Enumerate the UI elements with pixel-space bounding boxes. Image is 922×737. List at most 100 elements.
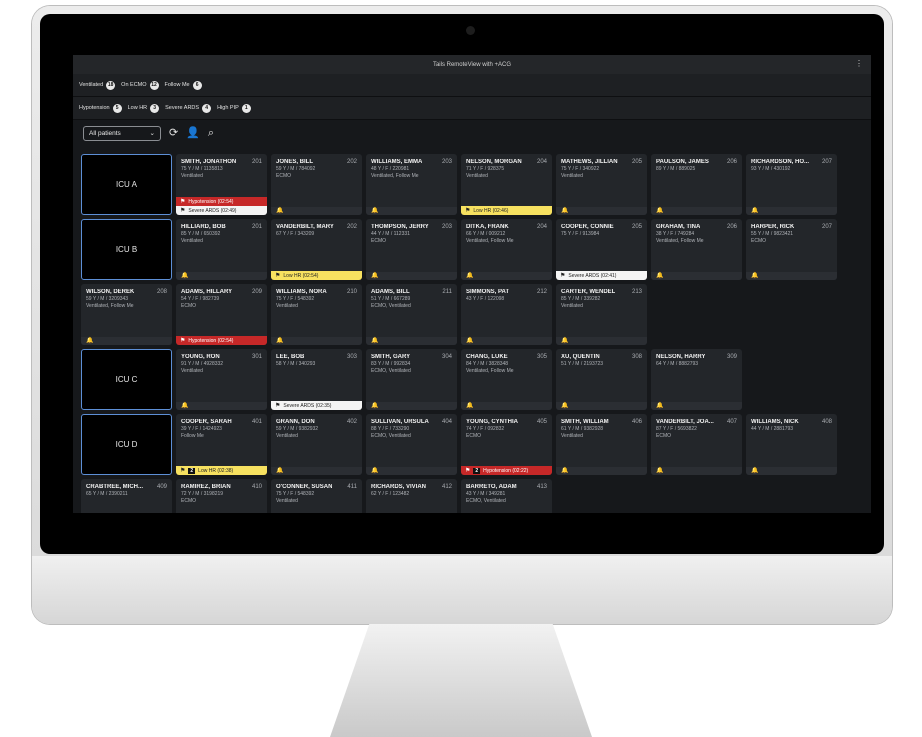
- alert-row[interactable]: ⚑ Severe ARDS (02:41): [556, 271, 647, 280]
- bell-icon[interactable]: 🔔: [271, 337, 362, 345]
- filter-chip[interactable]: High PIP 1: [217, 103, 251, 113]
- alert-row[interactable]: ⚑ 2 Hypotension (02:22): [461, 466, 552, 475]
- patient-card[interactable]: ADAMS, HILLARY 209 54 Y / F / 982739 ECMO ⚑ H…: [176, 284, 267, 345]
- bell-icon[interactable]: 🔔: [366, 467, 457, 475]
- alert-row[interactable]: ⚑ Low HR (02:54): [271, 271, 362, 280]
- filter-chip[interactable]: Ventilated 18: [79, 80, 116, 90]
- patient-card-header: BARRETO, ADAM 413: [461, 479, 552, 490]
- bell-icon[interactable]: 🔔: [556, 337, 647, 345]
- bell-icon[interactable]: 🔔: [651, 467, 742, 475]
- icu-unit-header[interactable]: ICU A: [81, 154, 172, 215]
- patient-card[interactable]: SMITH, JONATHON 201 75 Y / M / 1135813 Vent…: [176, 154, 267, 215]
- alert-count-badge: 2: [188, 467, 196, 474]
- alert-row[interactable]: ⚑ 2 Low HR (02:38): [176, 466, 267, 475]
- patient-card[interactable]: CARTER, WENDEL 213 85 Y / M / 339282 Ventil…: [556, 284, 647, 345]
- patient-card[interactable]: RICHARDS, VIVIAN41262 Y / F / 123482🔔: [366, 479, 457, 513]
- patient-card[interactable]: SIMMONS, PAT 212 43 Y / F / 122098 🔔: [461, 284, 552, 345]
- patient-card[interactable]: GRANN, DON 402 59 Y / M / 9382932 Ventilate…: [271, 414, 362, 475]
- alert-stack: 🔔: [651, 207, 742, 215]
- bell-icon[interactable]: 🔔: [556, 207, 647, 215]
- icu-unit-header[interactable]: ICU C: [81, 349, 172, 410]
- patient-card[interactable]: RICHARDSON, HO... 207 93 Y / M / 430192 🔔: [746, 154, 837, 215]
- patient-card[interactable]: JONES, BILL 202 59 Y / M / 784092 ECMO 🔔: [271, 154, 362, 215]
- refresh-icon[interactable]: ⟳: [169, 127, 178, 139]
- bell-icon[interactable]: 🔔: [271, 207, 362, 215]
- patient-card[interactable]: O'CONNER, SUSAN 411 75 Y / F / 548392 Venti…: [271, 479, 362, 513]
- patient-card[interactable]: NELSON, MORGAN 204 71 Y / F / 928375 Ventil…: [461, 154, 552, 215]
- bell-icon[interactable]: 🔔: [366, 207, 457, 215]
- alert-row[interactable]: ⚑ Hypotension (02:54): [176, 197, 267, 206]
- patient-card[interactable]: SMITH, WILLIAM 406 61 Y / M / 9382928 Venti…: [556, 414, 647, 475]
- patient-card[interactable]: PAULSON, JAMES 206 89 Y / M / 889025 🔔: [651, 154, 742, 215]
- filter-chip[interactable]: Severe ARDS 4: [165, 103, 212, 113]
- user-settings-icon[interactable]: 👤: [186, 127, 200, 139]
- patient-card[interactable]: COOPER, CONNIE 205 75 Y / F / 913984 ⚑ Sever…: [556, 219, 647, 280]
- alert-row[interactable]: ⚑ Severe ARDS (02:35): [271, 401, 362, 410]
- patient-name: DITKA, FRANK: [466, 224, 509, 230]
- patient-card[interactable]: LEE, BOB 303 58 Y / M / 340293 ⚑ Severe ARDS…: [271, 349, 362, 410]
- patient-card[interactable]: VANDERBILT, MARY 202 67 Y / F / 343209 ⚑ Low…: [271, 219, 362, 280]
- patient-demographics: 44 Y / M / 112331: [371, 231, 410, 237]
- alert-stack: 🔔: [651, 467, 742, 475]
- patient-card[interactable]: YOUNG, CYNTHIA 405 74 Y / F / 092832 ECMO ⚑ 2…: [461, 414, 552, 475]
- patient-filter-select[interactable]: All patients ⌄: [83, 125, 161, 141]
- bell-icon[interactable]: 🔔: [461, 337, 552, 345]
- patient-card[interactable]: GRAHAM, TINA 206 38 Y / F / 749284 Ventilat…: [651, 219, 742, 280]
- bell-icon[interactable]: 🔔: [461, 272, 552, 280]
- alert-icon: ⚑: [275, 403, 281, 409]
- patient-card[interactable]: SULLIVAN, URSULA 404 88 Y / F / 733290 ECMO…: [366, 414, 457, 475]
- patient-card[interactable]: CHANG, LUKE 305 84 Y / M / 3828348 Ventilat…: [461, 349, 552, 410]
- patient-card[interactable]: COOPER, SARAH 401 39 Y / F / 1424923 Follow…: [176, 414, 267, 475]
- filter-chip[interactable]: Low HR 3: [128, 103, 160, 113]
- patient-card[interactable]: ADAMS, BILL 211 51 Y / M / 667289 ECMO, Ven…: [366, 284, 457, 345]
- patient-card[interactable]: HILLIARD, BOB 201 85 Y / M / 650392 Ventila…: [176, 219, 267, 280]
- patient-card[interactable]: XU, QUENTIN 308 51 Y / M / 2193723 🔔: [556, 349, 647, 410]
- bell-icon[interactable]: 🔔: [556, 467, 647, 475]
- patient-card[interactable]: NELSON, HARRY 309 64 Y / M / 8882793 🔔: [651, 349, 742, 410]
- patient-card[interactable]: WILSON, DEREK 208 59 Y / M / 3209343 Ventil…: [81, 284, 172, 345]
- patient-card[interactable]: MATHEWS, JILLIAN 205 75 Y / F / 340922 Vent…: [556, 154, 647, 215]
- patient-card[interactable]: WILLIAMS, NICK 408 44 Y / M / 2881793 🔔: [746, 414, 837, 475]
- bell-icon[interactable]: 🔔: [271, 467, 362, 475]
- bell-icon[interactable]: 🔔: [556, 402, 647, 410]
- patient-card[interactable]: WILLIAMS, NORA 210 75 Y / F / 548392 Ventil…: [271, 284, 362, 345]
- bell-icon[interactable]: 🔔: [81, 337, 172, 345]
- filter-chip[interactable]: Follow Me 6: [165, 80, 202, 90]
- bell-icon[interactable]: 🔔: [461, 402, 552, 410]
- patient-card[interactable]: DITKA, FRANK 204 66 Y / M / 009212 Ventilat…: [461, 219, 552, 280]
- alert-row[interactable]: ⚑ Severe ARDS (02:49): [176, 206, 267, 215]
- alert-row[interactable]: ⚑ Low HR (02:46): [461, 206, 552, 215]
- bell-icon[interactable]: 🔔: [366, 272, 457, 280]
- bell-icon[interactable]: 🔔: [366, 337, 457, 345]
- bell-icon[interactable]: 🔔: [746, 272, 837, 280]
- alert-stack: 🔔: [366, 272, 457, 280]
- search-icon[interactable]: ⌕: [208, 127, 214, 139]
- bell-icon[interactable]: 🔔: [651, 272, 742, 280]
- bell-icon[interactable]: 🔔: [746, 467, 837, 475]
- bell-icon[interactable]: 🔔: [176, 272, 267, 280]
- patient-card[interactable]: VANDERBILT, JOA... 407 87 Y / F / 5693822 E…: [651, 414, 742, 475]
- patient-card[interactable]: CRABTREE, MICH...40965 Y / M / 2390211🔔: [81, 479, 172, 513]
- patient-card[interactable]: BARRETO, ADAM 413 43 Y / M / 349281 ECMO, V…: [461, 479, 552, 513]
- alert-row[interactable]: ⚑ Hypotension (02:54): [176, 336, 267, 345]
- bed-number: 209: [251, 289, 262, 295]
- bell-icon[interactable]: 🔔: [366, 402, 457, 410]
- bed-number: 407: [726, 419, 737, 425]
- patient-card[interactable]: SMITH, GARY 304 83 Y / M / 992834 ECMO, Ven…: [366, 349, 457, 410]
- filter-chip[interactable]: Hypotension 5: [79, 103, 122, 113]
- filter-chip[interactable]: On ECMO 12: [121, 80, 159, 90]
- bell-icon[interactable]: 🔔: [651, 207, 742, 215]
- patient-card[interactable]: THOMPSON, JERRY 203 44 Y / M / 112331 ECMO 🔔: [366, 219, 457, 280]
- icu-unit-header[interactable]: ICU D: [81, 414, 172, 475]
- bell-icon[interactable]: 🔔: [746, 207, 837, 215]
- patient-card[interactable]: RAMIREZ, BRIAN41072 Y / M / 3198219ECMO🔔: [176, 479, 267, 513]
- bell-icon[interactable]: 🔔: [176, 402, 267, 410]
- patient-demographics: 48 Y / F / 220981: [371, 166, 410, 172]
- more-menu-icon[interactable]: ⋮: [855, 59, 863, 68]
- patient-card[interactable]: WILLIAMS, EMMA 203 48 Y / F / 220981 Ventil…: [366, 154, 457, 215]
- patient-name: PAULSON, JAMES: [656, 159, 709, 165]
- bell-icon[interactable]: 🔔: [651, 402, 742, 410]
- patient-card[interactable]: YOUNG, RON 301 91 Y / M / 4928332 Ventilate…: [176, 349, 267, 410]
- icu-unit-header[interactable]: ICU B: [81, 219, 172, 280]
- patient-card[interactable]: HARPER, RICK 207 55 Y / M / 9823421 ECMO 🔔: [746, 219, 837, 280]
